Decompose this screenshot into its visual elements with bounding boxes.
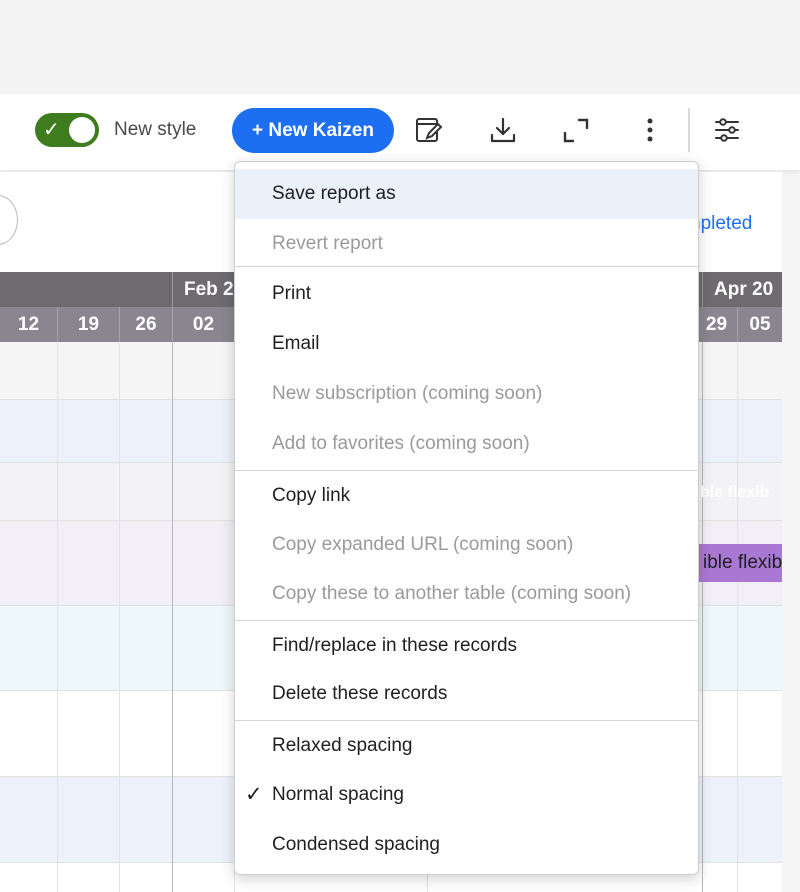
menu-item-email[interactable]: Email [235,319,698,369]
menu-item-copy-expanded-url: Copy expanded URL (coming soon) [272,534,574,555]
menu-item-copy-link[interactable]: Copy link [235,471,698,521]
report-options-menu: Save report as Revert report Print Email… [234,161,699,875]
menu-item-label: Normal spacing [272,784,404,805]
menu-item-find-replace[interactable]: Find/replace in these records [235,621,698,671]
new-style-toggle[interactable]: ✓ [35,113,99,147]
expand-icon[interactable] [560,114,592,146]
week-label: 29 [695,307,737,342]
column-divider [119,342,120,892]
week-label: 26 [119,307,172,342]
menu-item-add-to-favorites: Add to favorites (coming soon) [272,433,530,454]
record-bar-label: ble flexib [700,484,770,501]
column-divider [737,342,738,892]
month-label-apr: Apr 20 [702,272,782,307]
week-label: 02 [172,307,234,342]
record-bar[interactable]: ible flexib [695,544,782,582]
toolbar-divider [688,108,690,152]
new-style-label: New style [114,119,197,140]
menu-item-condensed-spacing[interactable]: Condensed spacing [235,820,698,870]
menu-item-revert-report: Revert report [272,233,383,254]
column-divider [57,342,58,892]
menu-separator [235,266,698,267]
menu-item-relaxed-spacing[interactable]: Relaxed spacing [235,721,698,771]
edit-report-icon[interactable] [413,114,445,146]
completed-link[interactable]: npleted [690,213,752,235]
toggle-knob [69,117,95,143]
month-divider [172,342,173,892]
month-divider [702,342,703,892]
app-top-band [0,0,800,94]
week-label: 19 [57,307,119,342]
download-icon[interactable] [487,114,519,146]
check-icon: ✓ [43,119,60,141]
month-label-feb: Feb 2 [172,272,234,307]
new-kaizen-button[interactable]: + New Kaizen [232,108,394,153]
menu-item-save-report-as[interactable]: Save report as [235,169,698,219]
week-label: 12 [17,314,40,335]
week-label: 05 [737,307,782,342]
menu-item-delete-records[interactable]: Delete these records [235,669,698,719]
settings-sliders-icon[interactable] [711,114,743,146]
menu-item-new-subscription: New subscription (coming soon) [272,383,543,404]
menu-item-print[interactable]: Print [235,269,698,319]
more-vertical-icon[interactable] [634,114,666,146]
checkmark-icon: ✓ [245,783,263,806]
menu-item-copy-to-another-table: Copy these to another table (coming soon… [272,583,632,604]
menu-item-normal-spacing[interactable]: ✓ Normal spacing [235,770,698,820]
